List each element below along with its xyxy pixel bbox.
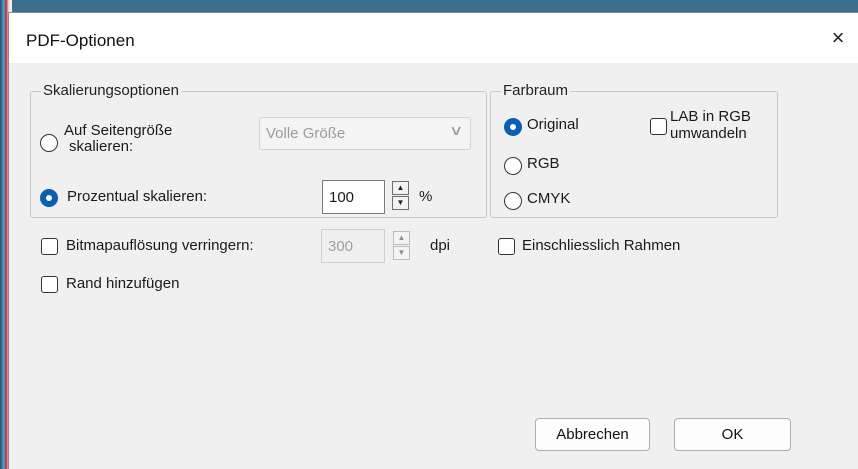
colorspace-legend: Farbraum <box>501 82 571 99</box>
colorspace-cmyk-label: CMYK <box>527 190 571 207</box>
dialog-title: PDF-Optionen <box>26 31 135 50</box>
colorspace-original-label: Original <box>527 116 579 133</box>
colorspace-rgb-label: RGB <box>527 155 560 172</box>
percent-input[interactable]: 100 <box>322 180 385 214</box>
include-frames-checkbox[interactable] <box>498 238 515 255</box>
scaling-options-group: Skalierungsoptionen Auf Seitengröße skal… <box>30 82 487 218</box>
include-frames-label: Einschliesslich Rahmen <box>522 237 681 254</box>
colorspace-rgb-radio[interactable] <box>504 157 522 175</box>
cancel-button[interactable]: Abbrechen <box>535 418 650 451</box>
bitmap-resolution-label: Bitmapauflösung verringern: <box>66 237 254 254</box>
fit-to-page-label-line2: skalieren: <box>69 138 134 155</box>
page-size-dropdown-value: Volle Größe <box>266 125 346 142</box>
colorspace-group: Farbraum Original RGB CMYK LAB in RGB um… <box>490 82 778 218</box>
bitmap-spin-up-icon[interactable]: ▲ <box>393 231 410 245</box>
bitmap-resolution-value: 300 <box>328 238 354 255</box>
page-size-dropdown[interactable]: Volle Größe ∨ <box>259 117 471 150</box>
ok-button[interactable]: OK <box>674 418 791 451</box>
bitmap-resolution-input[interactable]: 300 <box>321 229 385 263</box>
add-border-checkbox[interactable] <box>41 276 58 293</box>
fit-to-page-label-line1: Auf Seitengröße <box>64 122 173 139</box>
percent-scale-label: Prozentual skalieren: <box>67 188 208 205</box>
lab-to-rgb-checkbox[interactable] <box>650 118 667 135</box>
chevron-down-icon: ∨ <box>448 122 464 138</box>
colorspace-original-radio[interactable] <box>504 118 522 136</box>
percent-spin-up-icon[interactable]: ▲ <box>392 181 409 195</box>
close-icon[interactable]: × <box>823 23 853 53</box>
bitmap-resolution-spinner[interactable]: ▲ ▼ <box>393 231 410 261</box>
bitmap-resolution-checkbox[interactable] <box>41 238 58 255</box>
scaling-options-legend: Skalierungsoptionen <box>41 82 181 99</box>
add-border-label: Rand hinzufügen <box>66 275 180 292</box>
bitmap-resolution-unit: dpi <box>430 237 451 254</box>
lab-to-rgb-label-line2: umwandeln <box>670 125 747 142</box>
percent-spinner[interactable]: ▲ ▼ <box>392 181 409 211</box>
colorspace-cmyk-radio[interactable] <box>504 192 522 210</box>
bitmap-spin-down-icon[interactable]: ▼ <box>393 246 410 260</box>
percent-scale-radio[interactable] <box>40 189 58 207</box>
percent-unit: % <box>419 188 433 205</box>
percent-input-value: 100 <box>329 189 355 206</box>
fit-to-page-radio[interactable] <box>40 134 58 152</box>
lab-to-rgb-label-line1: LAB in RGB <box>670 108 751 125</box>
pdf-options-dialog: PDF-Optionen × Skalierungsoptionen Auf S… <box>8 12 858 469</box>
title-bar: PDF-Optionen × <box>9 13 858 63</box>
percent-spin-down-icon[interactable]: ▼ <box>392 196 409 210</box>
